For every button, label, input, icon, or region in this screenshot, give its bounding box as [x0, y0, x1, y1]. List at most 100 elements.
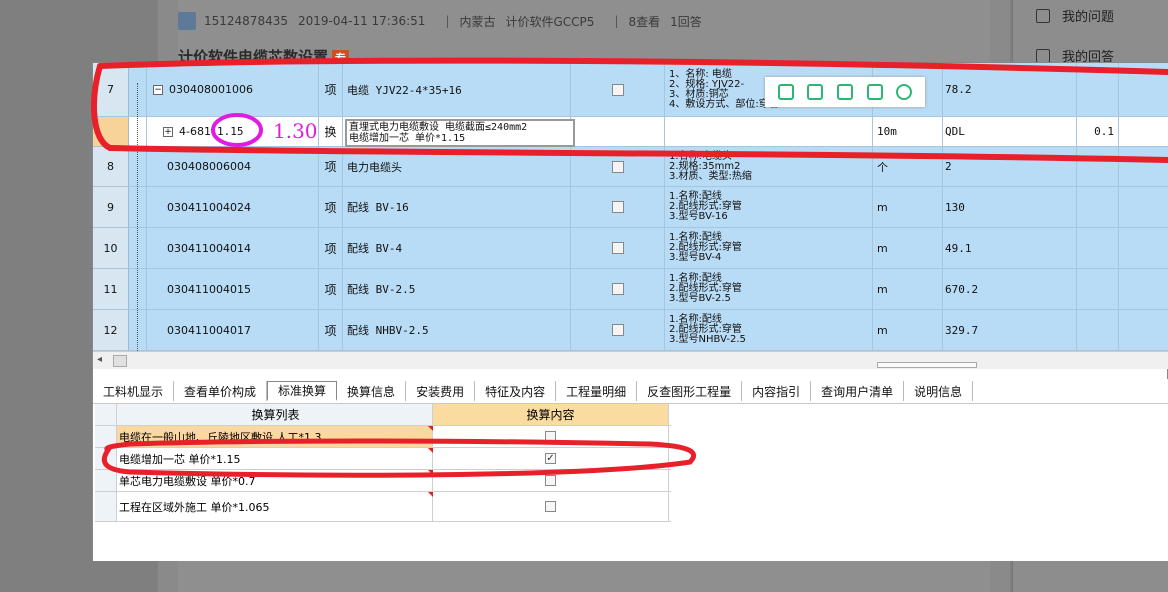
quantity-cell: 78.2 — [943, 63, 1077, 116]
extra-cell — [1119, 117, 1168, 146]
comment-icon — [1036, 48, 1050, 63]
copy-icon[interactable] — [777, 84, 794, 100]
settings-icon[interactable] — [896, 84, 913, 100]
tab-unit-price[interactable]: 查看单价构成 — [174, 381, 268, 401]
scroll-left-icon[interactable]: ◂ — [97, 354, 102, 365]
row-index — [95, 426, 117, 447]
conversion-checkbox[interactable] — [545, 501, 556, 512]
item-code: 030408001006 — [169, 83, 253, 96]
question-icon — [1036, 8, 1050, 23]
table-row[interactable]: 11 030411004015 项 配线 BV-2.5 1.名称:配线 2.配线… — [93, 269, 1168, 310]
row-index — [95, 448, 117, 469]
tab-conversion-info[interactable]: 换算信息 — [337, 381, 407, 401]
conversion-check-cell — [433, 470, 669, 491]
conversion-checkbox-checked[interactable]: ✓ — [545, 453, 556, 464]
row-checkbox[interactable] — [611, 324, 624, 336]
header-content: 换算内容 — [433, 404, 669, 425]
table-row-sub[interactable]: +4-681 1.15 换 10m QDL 0.1 直埋式电力电缆敷设 电缆截面≤… — [93, 117, 1168, 147]
table-row[interactable]: 9 030411004024 项 配线 BV-16 1.名称:配线 2.配线形式… — [93, 187, 1168, 228]
tab-user-list[interactable]: 查询用户清单 — [811, 381, 905, 401]
user-id[interactable]: 15124878435 — [204, 14, 288, 28]
floating-toolbar — [765, 77, 925, 107]
checkbox-cell — [571, 269, 665, 309]
answer-count: 1回答 — [670, 14, 702, 29]
item-name: 电力电缆头 — [343, 147, 571, 186]
header-index — [95, 404, 117, 425]
tab-install-fees[interactable]: 安装费用 — [406, 381, 476, 401]
table-row[interactable]: 7 −030408001006 项 电缆 YJV22-4*35+16 1、名称:… — [93, 63, 1168, 117]
tab-content-guide[interactable]: 内容指引 — [742, 381, 812, 401]
row-index: 8 — [93, 147, 129, 186]
item-type: 项 — [319, 269, 343, 309]
extra-cell — [1119, 63, 1168, 116]
conversion-row[interactable]: 工程在区域外施工 单价*1.065 — [95, 492, 671, 522]
extra-cell — [1119, 310, 1168, 350]
tab-reverse-lookup[interactable]: 反查图形工程量 — [637, 381, 743, 401]
horizontal-scrollbar[interactable]: ◂ — [93, 351, 1168, 369]
extra-cell — [1077, 63, 1119, 116]
splitter-handle[interactable] — [877, 362, 977, 368]
share-icon[interactable] — [866, 84, 883, 100]
conversion-panel: 换算列表 换算内容 电缆在一般山地、丘陵地区敷设 人工*1.3 电缆增加一芯 单… — [93, 403, 1168, 561]
conversion-row[interactable]: 电缆增加一芯 单价*1.15 ✓ — [95, 448, 671, 470]
row-checkbox[interactable] — [611, 201, 624, 213]
name-line: 电缆增加一芯 单价*1.15 — [349, 133, 466, 144]
conversion-row[interactable]: 单芯电力电缆敷设 单价*0.7 — [95, 470, 671, 492]
checkbox-cell — [571, 147, 665, 186]
item-name: 电缆 YJV22-4*35+16 — [343, 63, 571, 116]
feature-line: 3.型号NHBV-2.5 — [669, 334, 746, 345]
conversion-check-cell — [433, 426, 669, 447]
row-index: 12 — [93, 310, 129, 350]
separator: | — [445, 14, 450, 28]
name-line: 直埋式电力电缆敷设 电缆截面≤240mm2 — [349, 122, 528, 133]
row-index: 11 — [93, 269, 129, 309]
item-type: 项 — [319, 63, 343, 116]
row-checkbox[interactable] — [611, 160, 624, 173]
tree-cell — [129, 63, 147, 116]
detail-tabs: 工料机显示 查看单价构成 标准换算 换算信息 安装费用 特征及内容 工程量明细 … — [93, 379, 1168, 403]
tab-description[interactable]: 说明信息 — [904, 381, 974, 401]
checkbox-cell — [571, 228, 665, 268]
region-label: 内蒙古 — [459, 14, 496, 29]
post-timestamp: 2019-04-11 17:36:51 — [297, 14, 426, 28]
table-row[interactable]: 8 030408006004 项 电力电缆头 1.名称:电缆头 2.规格:35m… — [93, 147, 1168, 187]
fullscreen-icon[interactable] — [807, 84, 824, 100]
item-name: 配线 BV-16 — [343, 187, 571, 227]
row-index: 7 — [93, 63, 129, 116]
item-code: 4-681 — [179, 125, 211, 138]
save-icon[interactable] — [836, 84, 853, 100]
conversion-checkbox[interactable] — [545, 475, 556, 486]
feature-cell: 1.名称:配线 2.配线形式:穿管 3.型号NHBV-2.5 — [665, 310, 873, 350]
item-type: 项 — [319, 187, 343, 227]
unit-cell: m — [873, 269, 943, 309]
table-row[interactable]: 12 030411004017 项 配线 NHBV-2.5 1.名称:配线 2.… — [93, 310, 1168, 351]
row-checkbox[interactable] — [611, 83, 624, 96]
my-questions-link[interactable]: 我的问题 — [1036, 6, 1114, 25]
quantity-cell: 49.1 — [943, 228, 1077, 268]
tab-features[interactable]: 特征及内容 — [475, 381, 557, 401]
table-row[interactable]: 10 030411004014 项 配线 BV-4 1.名称:配线 2.配线形式… — [93, 228, 1168, 269]
coefficient-value[interactable]: 1.15 — [217, 125, 244, 138]
tab-quantity-detail[interactable]: 工程量明细 — [556, 381, 638, 401]
collapse-icon[interactable]: − — [153, 84, 163, 95]
expand-icon[interactable]: + — [163, 126, 173, 137]
tab-material-display[interactable]: 工料机显示 — [93, 381, 175, 401]
extra-cell — [1077, 187, 1119, 227]
row-index: 10 — [93, 228, 129, 268]
scroll-thumb[interactable] — [113, 355, 127, 367]
conversion-checkbox[interactable] — [545, 431, 556, 442]
conversion-row[interactable]: 电缆在一般山地、丘陵地区敷设 人工*1.3 — [95, 426, 671, 448]
row-checkbox[interactable] — [611, 242, 624, 254]
avatar[interactable] — [178, 12, 196, 30]
feature-line: 2、规格: YJV22- — [669, 78, 745, 90]
unit-cell: m — [873, 310, 943, 350]
row-index — [95, 470, 117, 491]
row-checkbox[interactable] — [611, 283, 624, 295]
header-list: 换算列表 — [117, 404, 433, 425]
name-edit-box[interactable]: 直埋式电力电缆敷设 电缆截面≤240mm2 电缆增加一芯 单价*1.15 — [345, 119, 575, 147]
tree-cell — [129, 117, 147, 146]
checkbox-cell — [571, 310, 665, 350]
item-code: 030411004017 — [147, 310, 319, 350]
tab-standard-conversion[interactable]: 标准换算 — [267, 381, 338, 401]
conversion-label: 单芯电力电缆敷设 单价*0.7 — [117, 470, 433, 491]
